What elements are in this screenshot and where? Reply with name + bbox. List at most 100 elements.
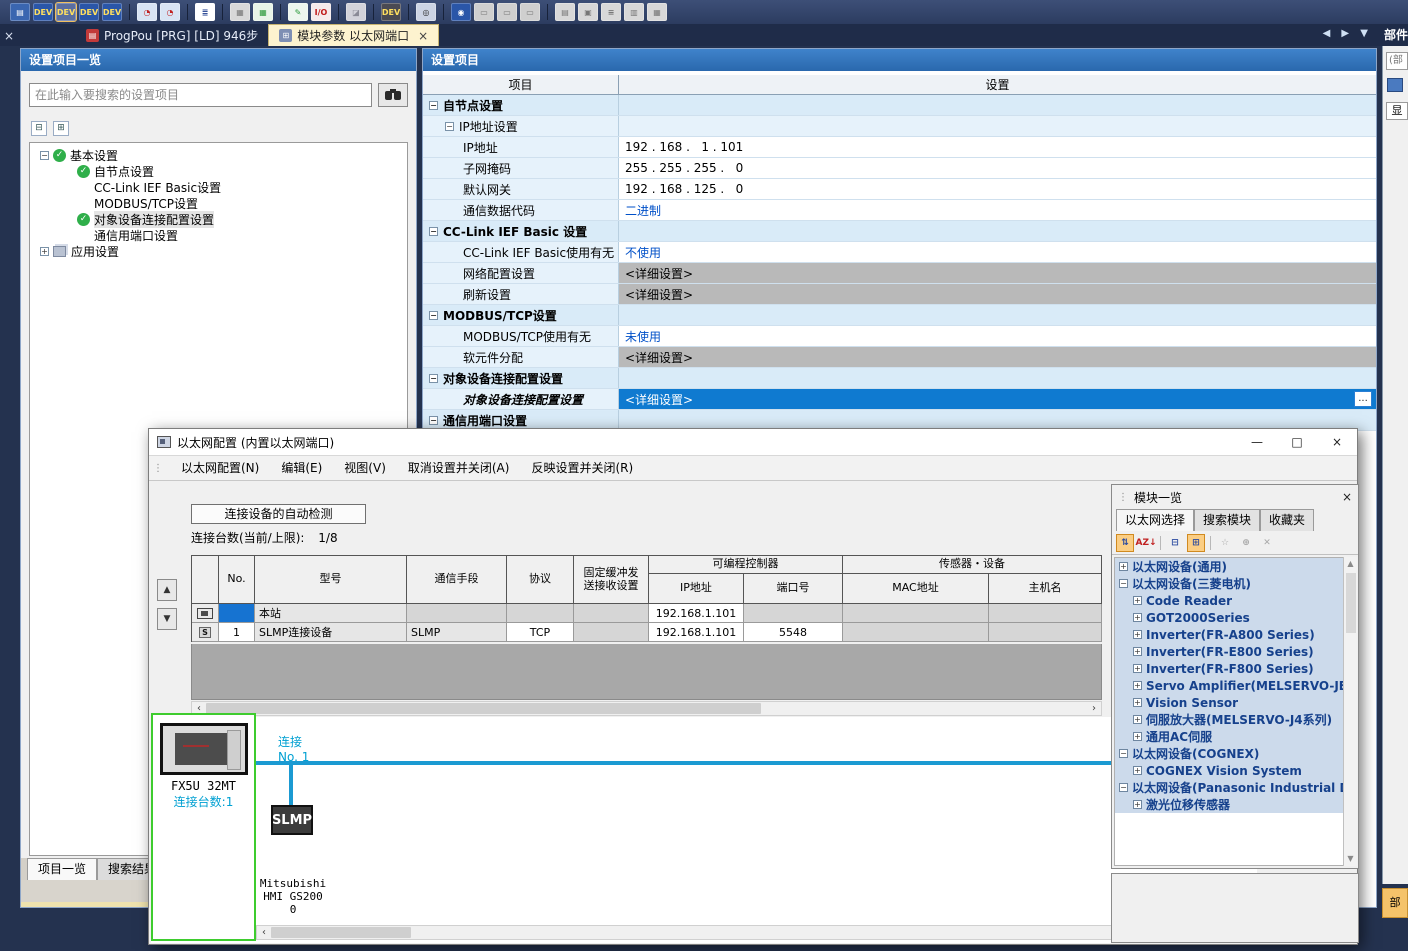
setting-row[interactable]: CC-Link IEF Basic使用有无不使用	[423, 242, 1376, 263]
expand-icon[interactable]: +	[1119, 562, 1128, 571]
scrollbar-thumb[interactable]	[1346, 573, 1356, 633]
module-tree-item[interactable]: +激光位移传感器	[1115, 796, 1344, 813]
expand-icon[interactable]: +	[1133, 647, 1142, 656]
device-table-row[interactable]: S1SLMP连接设备SLMPTCP192.168.1.1015548	[192, 623, 1102, 642]
device-cell-buffer[interactable]	[574, 604, 649, 623]
collapse-icon[interactable]: −	[1119, 783, 1128, 792]
collapse-icon[interactable]: −	[445, 122, 454, 131]
expand-icon[interactable]: +	[1133, 613, 1142, 622]
write-check-icon[interactable]: ✎	[288, 3, 308, 21]
reference-icon[interactable]: ▣	[578, 3, 598, 21]
panel-drag-handle[interactable]: ⋮	[1118, 492, 1128, 503]
scrollbar-thumb[interactable]	[271, 927, 411, 938]
device-search-icon[interactable]: ◎	[416, 3, 436, 21]
expand-icon[interactable]: +	[40, 247, 49, 256]
tab-module-parameter[interactable]: ⊞ 模块参数 以太网端口 ×	[268, 24, 439, 46]
setting-tree-item[interactable]: 通信用端口设置	[30, 227, 407, 243]
part-display-tab[interactable]: 显	[1386, 102, 1408, 120]
device-cell-ip[interactable]: 192.168.1.101	[649, 623, 744, 642]
setting-row-value[interactable]: 二进制	[619, 200, 1376, 220]
expand-icon[interactable]: +	[1133, 766, 1142, 775]
auto-detect-button[interactable]: 连接设备的自动检测	[191, 504, 366, 524]
module-tree-item[interactable]: +Vision Sensor	[1115, 694, 1344, 711]
move-up-button[interactable]: ▲	[157, 579, 177, 601]
setting-row-value[interactable]: 192 . 168 . 1 . 101	[619, 137, 1376, 157]
collapse-icon[interactable]: −	[429, 311, 438, 320]
setting-row-value[interactable]	[619, 410, 1376, 430]
module-tree-item[interactable]: −以太网设备(COGNEX)	[1115, 745, 1344, 762]
table-hscrollbar[interactable]: ‹ ›	[191, 701, 1102, 716]
menubar-drag-handle[interactable]: ⋮	[153, 463, 162, 474]
favorite-star-icon[interactable]: ☆	[1216, 534, 1234, 552]
setting-row-value[interactable]: <详细设置>	[619, 284, 1376, 304]
collapse-icon[interactable]: −	[1119, 579, 1128, 588]
collapse-icon[interactable]: −	[40, 151, 49, 160]
setting-row[interactable]: 通信数据代码二进制	[423, 200, 1376, 221]
setting-row[interactable]: 软元件分配<详细设置>	[423, 347, 1376, 368]
setting-row-value[interactable]: 192 . 168 . 125 . 0	[619, 179, 1376, 199]
menu-item[interactable]: 反映设置并关闭(R)	[520, 456, 644, 480]
panel-close-icon[interactable]: ×	[0, 29, 18, 43]
device-cell-ip[interactable]: 192.168.1.101	[649, 604, 744, 623]
setting-row[interactable]: −IP地址设置	[423, 116, 1376, 137]
setting-row-value[interactable]: <详细设置>	[619, 347, 1376, 367]
module-tree-item[interactable]: −以太网设备(Panasonic Industrial De	[1115, 779, 1344, 796]
setting-tree-item[interactable]: CC-Link IEF Basic设置	[30, 179, 407, 195]
list-view-icon[interactable]: ≣	[195, 3, 215, 21]
module-tab-3[interactable]: 收藏夹	[1260, 509, 1314, 531]
device-cell-mac[interactable]	[843, 623, 989, 642]
slmp-device-node[interactable]: SLMP	[271, 805, 313, 835]
device-cell-comm[interactable]	[407, 604, 507, 623]
expand-icon[interactable]: +	[1133, 664, 1142, 673]
module-list-close-icon[interactable]: ×	[1342, 490, 1352, 504]
search-button[interactable]	[378, 83, 408, 107]
module-tree-item[interactable]: +Inverter(FR-E800 Series)	[1115, 643, 1344, 660]
setting-row[interactable]: MODBUS/TCP使用有无未使用	[423, 326, 1376, 347]
tab-progpou[interactable]: ▤ ProgPou [PRG] [LD] 946步	[76, 24, 268, 46]
device-cell-buffer[interactable]	[574, 623, 649, 642]
device-cell-no[interactable]: 1	[219, 623, 255, 642]
expand-icon[interactable]: +	[1133, 715, 1142, 724]
device-block-icon[interactable]: DEV	[79, 3, 99, 21]
expand-tree-icon[interactable]: ⊞	[1187, 534, 1205, 552]
memo-icon[interactable]: ▤	[555, 3, 575, 21]
setting-tree-item[interactable]: ✓自节点设置	[30, 163, 407, 179]
browse-button[interactable]: ...	[1354, 391, 1372, 407]
stack-icon[interactable]: ≡	[601, 3, 621, 21]
watch-gauge-icon[interactable]: ◔	[137, 3, 157, 21]
setting-row-value[interactable]: 未使用	[619, 326, 1376, 346]
io-check-icon[interactable]: I/O	[311, 3, 331, 21]
setting-row[interactable]: 刷新设置<详细设置>	[423, 284, 1376, 305]
screen-split-icon[interactable]: ▭	[520, 3, 540, 21]
collapse-icon[interactable]: −	[1119, 749, 1128, 758]
device-cell-proto[interactable]	[507, 604, 574, 623]
expand-icon[interactable]: +	[1133, 596, 1142, 605]
tab-scroll-arrows[interactable]: ◀ ▶ ▼	[1323, 28, 1372, 39]
module-tree-item[interactable]: +Code Reader	[1115, 592, 1344, 609]
setting-row-value[interactable]	[619, 116, 1376, 136]
module-tree-item[interactable]: −以太网设备(三菱电机)	[1115, 575, 1344, 592]
eraser-icon[interactable]: ◪	[346, 3, 366, 21]
setting-row[interactable]: −自节点设置	[423, 95, 1376, 116]
device-cell-icon[interactable]	[192, 604, 219, 623]
project-view-icon[interactable]: ▤	[10, 3, 30, 21]
collapse-icon[interactable]: −	[429, 227, 438, 236]
setting-row[interactable]: −CC-Link IEF Basic 设置	[423, 221, 1376, 242]
expand-icon[interactable]: +	[1133, 630, 1142, 639]
network-hscrollbar[interactable]: ‹ ›	[256, 925, 1256, 940]
device-cell-no[interactable]	[219, 604, 255, 623]
sort-tree-icon[interactable]: ⇅	[1116, 534, 1134, 552]
device-cell-host[interactable]	[989, 623, 1102, 642]
sort-az-icon[interactable]: AZ↓	[1137, 534, 1155, 552]
collapse-icon[interactable]: −	[429, 416, 438, 425]
collapse-tree-icon[interactable]: ⊟	[1166, 534, 1184, 552]
module-tab-1[interactable]: 以太网选择	[1116, 509, 1194, 531]
collapse-icon[interactable]: −	[429, 374, 438, 383]
device-cell-model[interactable]: 本站	[255, 604, 407, 623]
setting-row[interactable]: IP地址192 . 168 . 1 . 101	[423, 137, 1376, 158]
setting-search-input[interactable]: 在此输入要搜索的设置项目	[29, 83, 372, 107]
module-tree-scrollbar[interactable]: ▲ ▼	[1343, 557, 1357, 866]
setting-row[interactable]: 默认网关192 . 168 . 125 . 0	[423, 179, 1376, 200]
collapse-all-icon[interactable]: ⊟	[31, 121, 47, 136]
module-tree-item[interactable]: +GOT2000Series	[1115, 609, 1344, 626]
